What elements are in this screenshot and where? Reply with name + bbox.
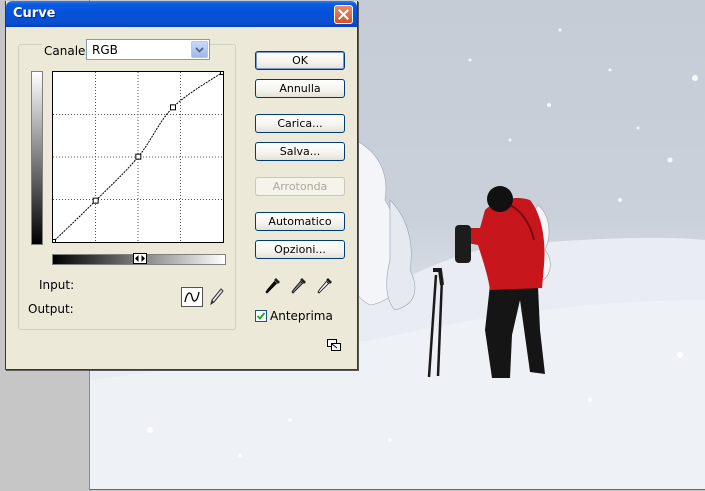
- dialog-body: Canale: RGB Input: Output: OK Annulla Ca…: [6, 27, 357, 369]
- curve-point-0[interactable]: [50, 239, 56, 245]
- black-point-eyedropper[interactable]: [265, 277, 281, 295]
- eyedropper-black-icon: [265, 278, 280, 294]
- white-point-eyedropper[interactable]: [317, 277, 333, 295]
- preview-checkbox[interactable]: [255, 310, 267, 322]
- eyedropper-gray-icon: [291, 278, 306, 294]
- options-button[interactable]: Opzioni...: [255, 240, 345, 259]
- curve-point-4[interactable]: [220, 69, 226, 75]
- output-gradient-bar: [31, 71, 43, 245]
- curve-point-3[interactable]: [170, 104, 176, 111]
- gray-point-eyedropper[interactable]: [291, 277, 307, 295]
- resize-toggle-icon: [327, 339, 341, 351]
- left-right-arrows-icon: [135, 255, 145, 262]
- eyedropper-white-icon: [317, 278, 332, 294]
- curve-point-2[interactable]: [135, 153, 142, 160]
- output-label: Output:: [28, 302, 74, 316]
- preview-label: Anteprima: [270, 309, 333, 323]
- close-button[interactable]: [334, 5, 353, 24]
- load-button[interactable]: Carica...: [255, 114, 345, 133]
- channel-select[interactable]: RGB: [86, 39, 210, 60]
- expand-dialog-button[interactable]: [327, 339, 341, 351]
- gradient-toggle-handle[interactable]: [133, 253, 147, 264]
- curves-dialog: Curve Canale: RGB Input: Output: OK Annu…: [5, 1, 358, 370]
- channel-value: RGB: [92, 43, 118, 57]
- input-label: Input:: [39, 278, 75, 292]
- dialog-titlebar[interactable]: Curve: [6, 1, 357, 27]
- curve-svg: [50, 69, 226, 245]
- channel-dropdown-button[interactable]: [191, 41, 208, 58]
- pencil-tool-button[interactable]: [207, 287, 225, 307]
- pencil-icon: [210, 288, 224, 306]
- curve-point-1[interactable]: [92, 197, 99, 204]
- auto-button[interactable]: Automatico: [255, 212, 345, 231]
- dialog-title: Curve: [13, 6, 56, 21]
- curve-tool-button[interactable]: [181, 287, 203, 307]
- curve-tool-icon: [184, 291, 200, 303]
- channel-label: Canale:: [42, 44, 92, 58]
- curve-graph[interactable]: [50, 69, 226, 245]
- cancel-button[interactable]: Annulla: [255, 79, 345, 98]
- smooth-button: Arrotonda: [255, 177, 345, 196]
- ok-button[interactable]: OK: [255, 51, 345, 70]
- chevron-down-icon: [195, 47, 204, 53]
- close-icon: [338, 9, 349, 20]
- checkmark-icon: [257, 312, 265, 320]
- save-button[interactable]: Salva...: [255, 142, 345, 161]
